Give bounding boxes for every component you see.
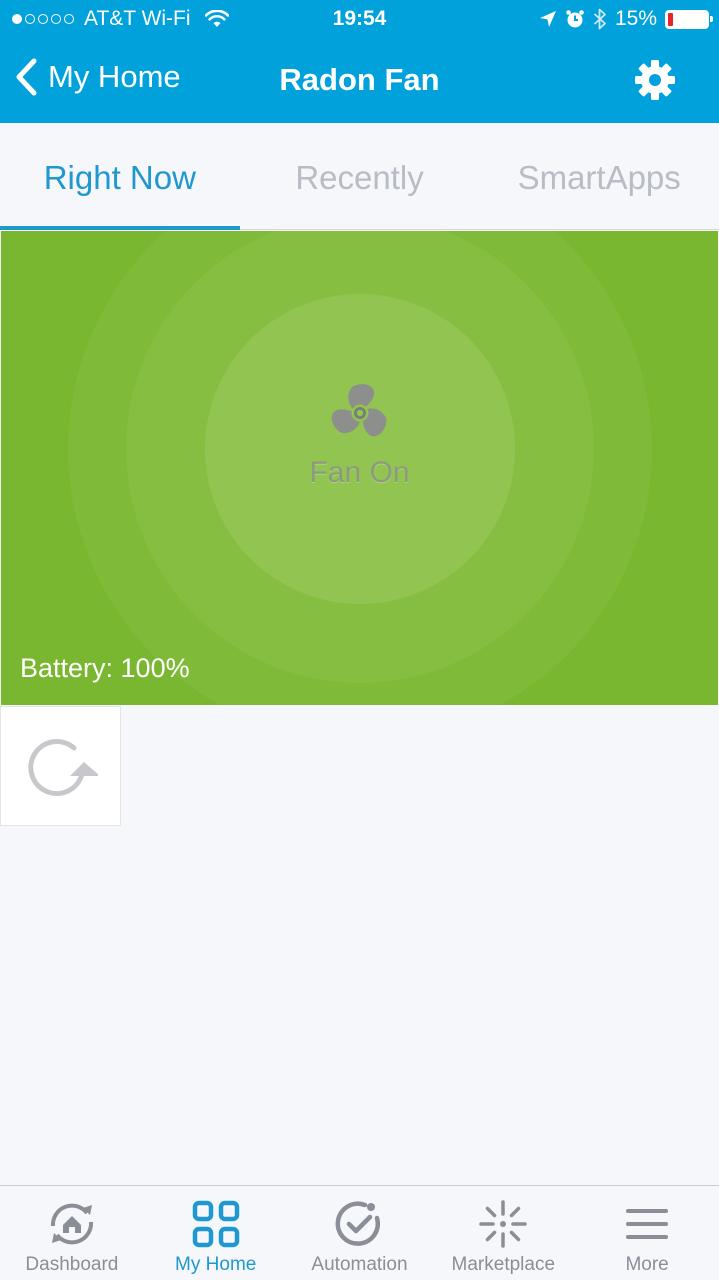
tab-right-now[interactable]: Right Now xyxy=(0,123,240,230)
refresh-button[interactable] xyxy=(0,706,121,826)
nav-bar: My Home Radon Fan xyxy=(0,40,719,123)
fan-status-tile[interactable]: Fan On Battery: 100% xyxy=(1,231,718,705)
nav-marketplace[interactable]: Marketplace xyxy=(431,1186,575,1280)
dashboard-icon xyxy=(50,1203,93,1245)
nav-automation[interactable]: Automation xyxy=(288,1186,432,1280)
marketplace-icon xyxy=(479,1200,528,1248)
tab-smartapps[interactable]: SmartApps xyxy=(479,123,719,229)
nav-more[interactable]: More xyxy=(575,1186,719,1280)
gear-icon[interactable] xyxy=(634,59,676,101)
fan-icon xyxy=(331,384,387,437)
wifi-icon xyxy=(204,10,229,27)
alarm-icon xyxy=(566,10,584,28)
battery-percent: 15% xyxy=(614,7,657,30)
nav-dashboard-label: Dashboard xyxy=(25,1254,119,1275)
nav-my-home-label: My Home xyxy=(175,1254,257,1275)
bluetooth-icon xyxy=(593,8,606,30)
more-menu-icon xyxy=(626,1209,669,1239)
automation-check-icon xyxy=(336,1201,381,1246)
battery-level-label: Battery: 100% xyxy=(20,653,190,683)
back-button[interactable]: My Home xyxy=(14,57,181,97)
nav-my-home[interactable]: My Home xyxy=(144,1186,288,1280)
nav-more-label: More xyxy=(625,1254,669,1275)
header: AT&T Wi-Fi 19:54 15% My Home Radon Fan xyxy=(0,0,719,123)
chevron-left-icon xyxy=(16,58,37,96)
nav-dashboard[interactable]: Dashboard xyxy=(0,1186,144,1280)
nav-automation-label: Automation xyxy=(311,1254,408,1275)
nav-marketplace-label: Marketplace xyxy=(451,1254,556,1275)
signal-strength-icon xyxy=(12,14,74,24)
carrier-label: AT&T Wi-Fi xyxy=(84,7,191,30)
location-icon xyxy=(539,11,556,27)
tab-bar: Right Now Recently SmartApps xyxy=(0,123,719,230)
battery-icon xyxy=(665,9,713,29)
tab-recently[interactable]: Recently xyxy=(240,123,480,229)
fan-status-label: Fan On xyxy=(309,456,410,489)
back-label: My Home xyxy=(48,59,181,94)
status-bar: AT&T Wi-Fi 19:54 15% xyxy=(0,0,719,40)
pulse-ring-inner xyxy=(205,294,515,604)
refresh-icon xyxy=(28,739,98,797)
my-home-grid-icon xyxy=(192,1200,239,1248)
bottom-tab-bar: Dashboard My Home Automation Marketplace… xyxy=(0,1185,719,1280)
